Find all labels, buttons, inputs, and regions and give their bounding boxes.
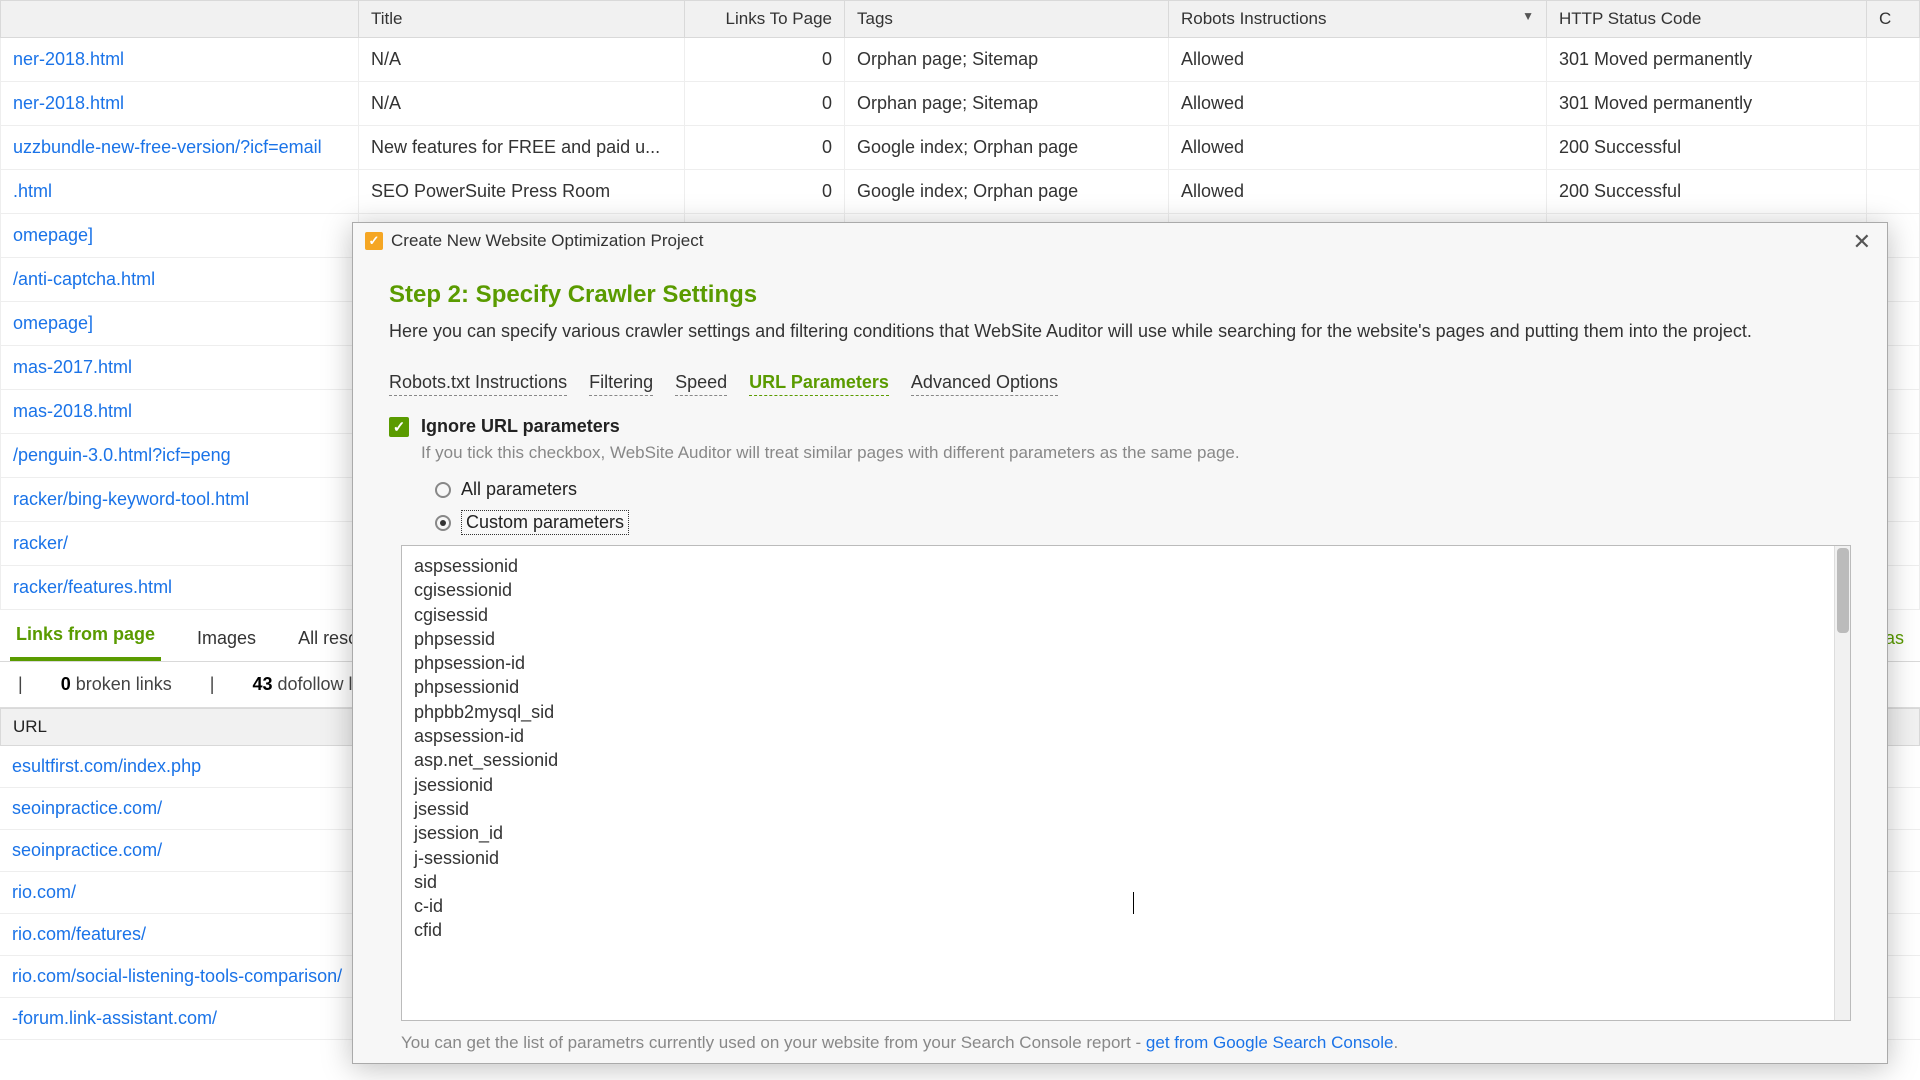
- new-project-dialog: ✓ Create New Website Optimization Projec…: [352, 222, 1888, 1064]
- cell-http: 200 Successful: [1547, 170, 1867, 214]
- cell-tags: Google index; Orphan page: [845, 126, 1169, 170]
- step-title: Step 2: Specify Crawler Settings: [389, 281, 1851, 309]
- cell-links-to: 0: [685, 38, 845, 82]
- col-page[interactable]: [1, 1, 359, 38]
- search-console-hint: You can get the list of parametrs curren…: [401, 1033, 1851, 1053]
- ignore-url-params-hint: If you tick this checkbox, WebSite Audit…: [421, 443, 1851, 463]
- col-links-to[interactable]: Links To Page: [685, 1, 845, 38]
- cell-title: N/A: [359, 38, 685, 82]
- dialog-title: Create New Website Optimization Project: [391, 231, 703, 251]
- cell-extra: [1867, 126, 1920, 170]
- table-row[interactable]: uzzbundle-new-free-version/?icf=emailNew…: [1, 126, 1920, 170]
- tab-speed[interactable]: Speed: [675, 372, 727, 396]
- cell-links-to: 0: [685, 126, 845, 170]
- cell-links-to: 0: [685, 82, 845, 126]
- cell-http: 200 Successful: [1547, 126, 1867, 170]
- cell-robots: Allowed: [1169, 38, 1547, 82]
- sort-desc-icon: ▼: [1522, 9, 1534, 23]
- cell-page[interactable]: ner-2018.html: [1, 82, 359, 126]
- cell-page[interactable]: mas-2017.html: [1, 346, 359, 390]
- tab-advanced-options[interactable]: Advanced Options: [911, 372, 1058, 396]
- cell-title: New features for FREE and paid u...: [359, 126, 685, 170]
- cell-page[interactable]: /anti-captcha.html: [1, 258, 359, 302]
- scrollbar[interactable]: [1834, 546, 1850, 1020]
- crawler-settings-tabs: Robots.txt Instructions Filtering Speed …: [389, 372, 1851, 396]
- scrollbar-thumb[interactable]: [1837, 548, 1849, 633]
- cell-title: SEO PowerSuite Press Room: [359, 170, 685, 214]
- cell-http: 301 Moved permanently: [1547, 38, 1867, 82]
- radio-custom-parameters-label: Custom parameters: [461, 510, 629, 535]
- cell-page[interactable]: racker/: [1, 522, 359, 566]
- cell-extra: [1867, 38, 1920, 82]
- cell-page[interactable]: racker/bing-keyword-tool.html: [1, 478, 359, 522]
- cell-page[interactable]: /penguin-3.0.html?icf=peng: [1, 434, 359, 478]
- cell-http: 301 Moved permanently: [1547, 82, 1867, 126]
- custom-parameters-textarea[interactable]: aspsessionid cgisessionid cgisessid phps…: [402, 546, 1834, 1020]
- tab-links-from-page[interactable]: Links from page: [10, 612, 161, 661]
- cell-tags: Orphan page; Sitemap: [845, 38, 1169, 82]
- dialog-titlebar[interactable]: ✓ Create New Website Optimization Projec…: [353, 223, 1887, 259]
- tab-images[interactable]: Images: [191, 616, 262, 661]
- cell-robots: Allowed: [1169, 126, 1547, 170]
- tab-filtering[interactable]: Filtering: [589, 372, 653, 396]
- cell-page[interactable]: racker/features.html: [1, 566, 359, 610]
- tab-url-parameters[interactable]: URL Parameters: [749, 372, 889, 396]
- text-cursor-icon: [1133, 892, 1134, 914]
- radio-all-parameters-label: All parameters: [461, 479, 577, 500]
- ignore-url-params-checkbox[interactable]: ✓: [389, 417, 409, 437]
- col-http[interactable]: HTTP Status Code: [1547, 1, 1867, 38]
- cell-extra: [1867, 170, 1920, 214]
- col-title[interactable]: Title: [359, 1, 685, 38]
- custom-parameters-field[interactable]: aspsessionid cgisessionid cgisessid phps…: [401, 545, 1851, 1021]
- cell-tags: Google index; Orphan page: [845, 170, 1169, 214]
- step-description: Here you can specify various crawler set…: [389, 321, 1851, 342]
- app-icon: ✓: [365, 232, 383, 250]
- radio-all-parameters[interactable]: [435, 482, 451, 498]
- table-row[interactable]: ner-2018.htmlN/A0Orphan page; SitemapAll…: [1, 82, 1920, 126]
- table-row[interactable]: .htmlSEO PowerSuite Press Room0Google in…: [1, 170, 1920, 214]
- radio-custom-parameters[interactable]: [435, 515, 451, 531]
- get-from-search-console-link[interactable]: get from Google Search Console: [1146, 1033, 1394, 1052]
- broken-links-stat: 0 broken links: [61, 674, 172, 695]
- cell-extra: [1867, 82, 1920, 126]
- col-tags[interactable]: Tags: [845, 1, 1169, 38]
- cell-tags: Orphan page; Sitemap: [845, 82, 1169, 126]
- col-robots[interactable]: Robots Instructions▼: [1169, 1, 1547, 38]
- cell-title: N/A: [359, 82, 685, 126]
- cell-page[interactable]: omepage]: [1, 214, 359, 258]
- stat: |: [18, 674, 23, 695]
- cell-page[interactable]: uzzbundle-new-free-version/?icf=email: [1, 126, 359, 170]
- cell-page[interactable]: omepage]: [1, 302, 359, 346]
- cell-page[interactable]: ner-2018.html: [1, 38, 359, 82]
- ignore-url-params-label: Ignore URL parameters: [421, 416, 620, 437]
- cell-links-to: 0: [685, 170, 845, 214]
- cell-page[interactable]: mas-2018.html: [1, 390, 359, 434]
- close-icon[interactable]: ✕: [1847, 229, 1877, 255]
- cell-robots: Allowed: [1169, 170, 1547, 214]
- cell-robots: Allowed: [1169, 82, 1547, 126]
- tab-robots-txt[interactable]: Robots.txt Instructions: [389, 372, 567, 396]
- col-extra[interactable]: C: [1867, 1, 1920, 38]
- cell-page[interactable]: .html: [1, 170, 359, 214]
- stat: |: [210, 674, 215, 695]
- table-row[interactable]: ner-2018.htmlN/A0Orphan page; SitemapAll…: [1, 38, 1920, 82]
